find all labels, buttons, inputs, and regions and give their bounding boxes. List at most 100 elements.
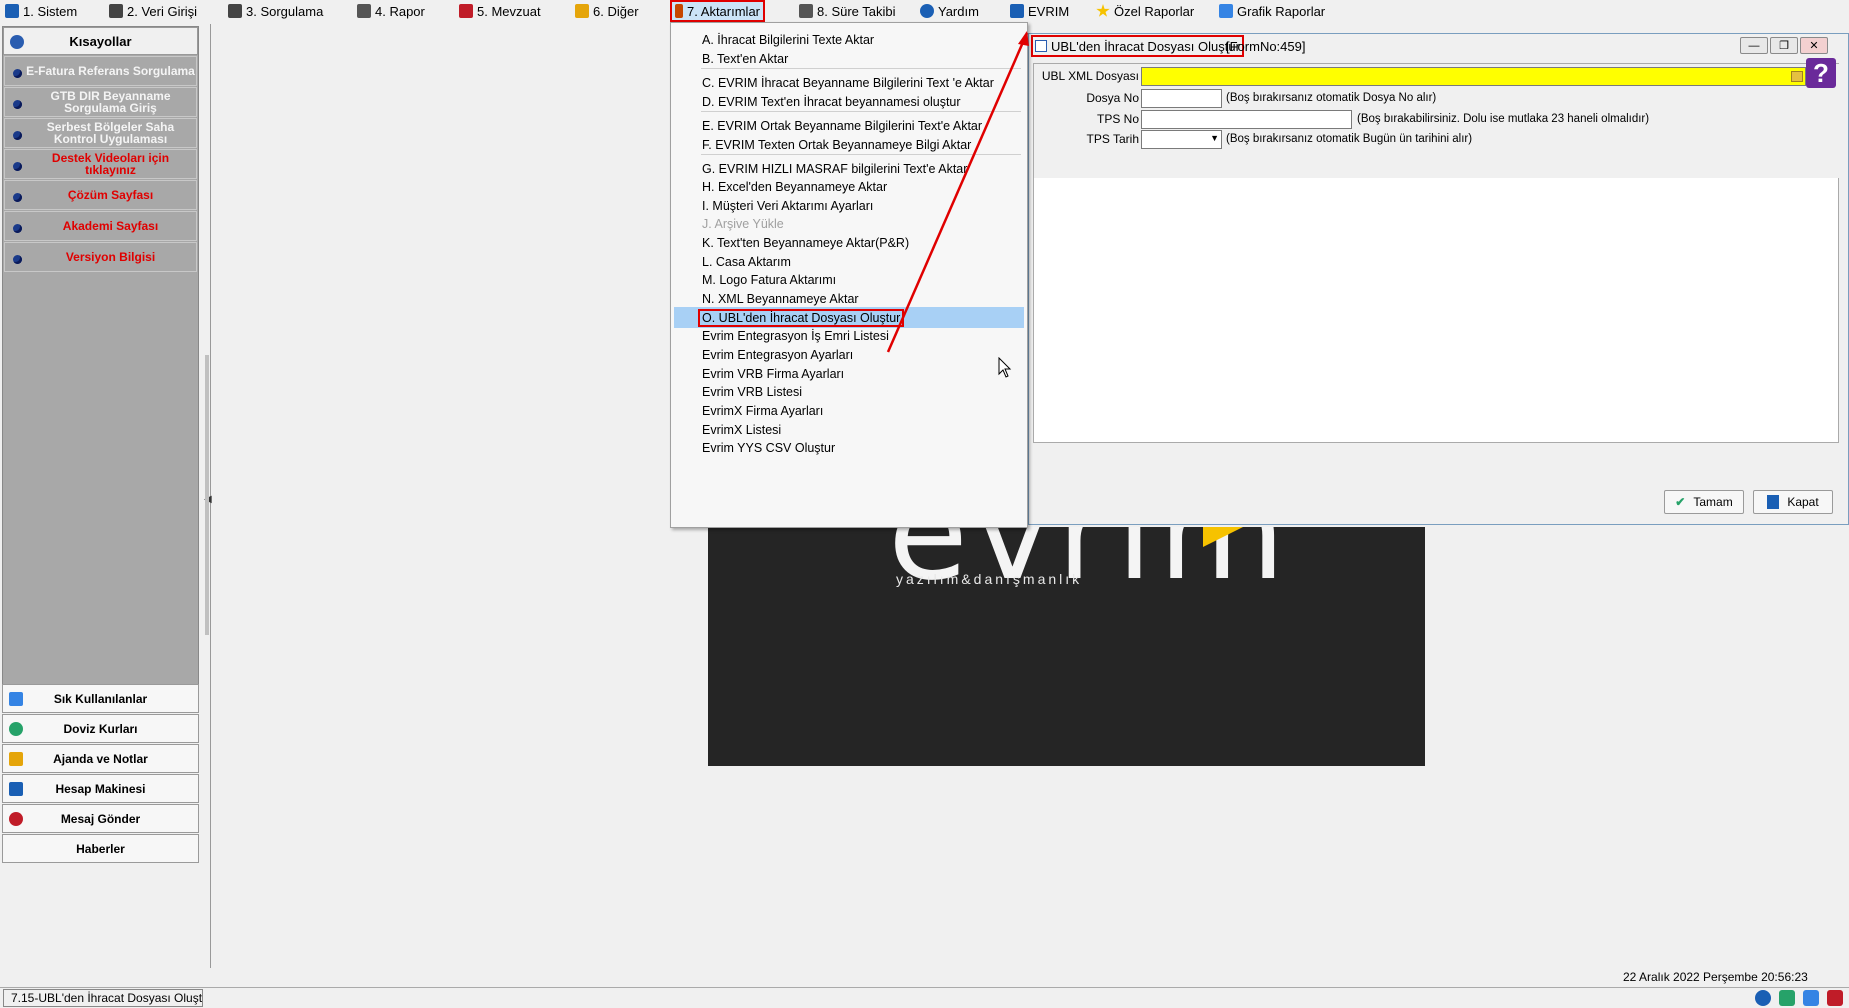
sidebar-haberler[interactable]: Haberler — [2, 834, 199, 863]
minimize-icon: — — [1748, 39, 1760, 52]
sidebar-doviz-kurlari[interactable]: Doviz Kurları — [2, 714, 199, 743]
menu-rapor[interactable]: 4. Rapor — [354, 0, 428, 22]
menu-diger[interactable]: 6. Diğer — [572, 0, 642, 22]
tools-tray-icon[interactable] — [1827, 990, 1843, 1006]
exit-door-icon — [1767, 495, 1780, 509]
aktarimlar-menu-item[interactable]: E. EVRIM Ortak Beyanname Bilgilerini Tex… — [674, 115, 1024, 136]
dosya-no-input[interactable] — [1141, 89, 1222, 108]
tps-tarih-datepicker[interactable]: ▼ — [1141, 130, 1222, 149]
aktarimlar-menu-item[interactable]: H. Excel'den Beyannameye Aktar — [674, 176, 1024, 197]
menu-mevzuat[interactable]: 5. Mevzuat — [456, 0, 544, 22]
books-icon — [459, 4, 473, 18]
aktarimlar-menu-item[interactable]: M. Logo Fatura Aktarımı — [674, 269, 1024, 290]
aktarimlar-menu-item[interactable]: EvrimX Firma Ayarları — [674, 400, 1024, 421]
tps-no-hint: (Boş bırakabilirsiniz. Dolu ise mutlaka … — [1357, 113, 1650, 125]
shortcut-efatura[interactable]: E-Fatura Referans Sorgulama — [4, 56, 197, 86]
dialog-form: UBL XML Dosyası Dosya No (Boş bırakırsan… — [1034, 64, 1840, 178]
query-icon — [228, 4, 242, 18]
sidebar-mesaj-gonder[interactable]: Mesaj Gönder — [2, 804, 199, 833]
menu-veri-girisi[interactable]: 2. Veri Girişi — [106, 0, 200, 22]
menu-yardim[interactable]: Yardım — [917, 0, 982, 22]
aktarimlar-menu-item[interactable]: Evrim YYS CSV Oluştur — [674, 437, 1024, 458]
ubl-export-dialog: UBL'den İhracat Dosyası Oluştur [FormNo:… — [1028, 33, 1849, 525]
tps-no-input[interactable] — [1141, 110, 1352, 129]
shortcut-destek-videolari[interactable]: Destek Videoları için tıklayınız — [4, 149, 197, 179]
aktarimlar-menu-item[interactable]: K. Text'ten Beyannameye Aktar(P&R) — [674, 232, 1024, 253]
aktarimlar-menu-item[interactable]: A. İhracat Bilgilerini Texte Aktar — [674, 29, 1024, 50]
printer-icon — [357, 4, 371, 18]
status-task-button[interactable]: 7.15-UBL'den İhracat Dosyası Oluştu — [3, 989, 203, 1007]
users-tray-icon[interactable] — [1779, 990, 1795, 1006]
shortcut-versiyon-bilgisi[interactable]: Versiyon Bilgisi — [4, 242, 197, 272]
bullet-icon — [13, 255, 22, 264]
menu-bar: 1. Sistem 2. Veri Girişi 3. Sorgulama 4.… — [0, 0, 1849, 22]
sidebar-ajanda[interactable]: Ajanda ve Notlar — [2, 744, 199, 773]
help-icon — [920, 4, 934, 18]
tools-icon — [575, 4, 589, 18]
menu-sorgulama[interactable]: 3. Sorgulama — [225, 0, 326, 22]
shortcuts-header[interactable]: Kısayollar — [3, 27, 198, 55]
dialog-form-no: [FormNo:459] — [1226, 39, 1306, 54]
tps-tarih-hint: (Boş bırakırsanız otomatik Bugün ün tari… — [1226, 133, 1473, 145]
bullet-icon — [13, 162, 22, 171]
shortcut-akademi-sayfasi[interactable]: Akademi Sayfası — [4, 211, 197, 241]
ok-button[interactable]: ✔ Tamam — [1664, 490, 1744, 514]
evrim-logo: evrim yazılım&danışmanlık — [708, 527, 1425, 766]
dropdown-arrow-icon[interactable]: ▼ — [1210, 133, 1219, 143]
calculator-icon — [9, 782, 23, 796]
dialog-titlebar[interactable]: UBL'den İhracat Dosyası Oluştur [FormNo:… — [1029, 34, 1848, 58]
shortcuts-panel: Kısayollar E-Fatura Referans Sorgulama G… — [2, 26, 199, 686]
currency-icon — [9, 722, 23, 736]
menu-sure-takibi[interactable]: 8. Süre Takibi — [796, 0, 899, 22]
aktarimlar-menu-item[interactable]: Evrim Entegrasyon İş Emri Listesi — [674, 325, 1024, 346]
sidebar-hesap-makinesi[interactable]: Hesap Makinesi — [2, 774, 199, 803]
sidebar-scrollbar[interactable] — [205, 355, 209, 635]
shortcut-serbest-bolgeler[interactable]: Serbest Bölgeler Saha Kontrol Uygulaması — [4, 118, 197, 148]
mouse-cursor-icon — [998, 357, 1012, 378]
dialog-title-highlight: UBL'den İhracat Dosyası Oluştur — [1031, 35, 1244, 57]
menu-sistem[interactable]: 1. Sistem — [2, 0, 80, 22]
dosya-no-hint: (Boş bırakırsanız otomatik Dosya No alır… — [1226, 92, 1437, 104]
evrim-icon — [1010, 4, 1024, 18]
chart-icon — [1219, 4, 1233, 18]
aktarimlar-menu-item[interactable]: Evrim VRB Listesi — [674, 381, 1024, 402]
bullet-icon — [13, 224, 22, 233]
close-window-button[interactable]: ✕ — [1800, 37, 1828, 54]
bullet-icon — [13, 100, 22, 109]
shortcut-gtb-dir[interactable]: GTB DIR Beyanname Sorgulama Giriş — [4, 87, 197, 117]
aktarimlar-menu-item[interactable]: B. Text'en Aktar — [674, 48, 1024, 69]
dialog-title: UBL'den İhracat Dosyası Oluştur — [1051, 38, 1240, 54]
sidebar: Kısayollar E-Fatura Referans Sorgulama G… — [0, 24, 203, 968]
folder-icon[interactable] — [1791, 71, 1803, 82]
aktarimlar-menu-item[interactable]: N. XML Beyannameye Aktar — [674, 288, 1024, 309]
help-question-icon[interactable]: ? — [1806, 58, 1836, 88]
ubl-file-input[interactable] — [1141, 67, 1806, 86]
info-icon — [10, 35, 24, 49]
menu-evrim[interactable]: EVRIM — [1007, 0, 1072, 22]
bullet-icon — [13, 69, 22, 78]
tps-no-label: TPS No — [1096, 112, 1139, 126]
form-icon — [1035, 40, 1047, 52]
datetime-display: 22 Aralık 2022 Perşembe 20:56:23 — [1623, 970, 1808, 984]
aktarimlar-menu-item[interactable]: C. EVRIM İhracat Beyanname Bilgilerini T… — [674, 72, 1024, 93]
aktarimlar-menu-item[interactable]: D. EVRIM Text'en İhracat beyannamesi olu… — [674, 91, 1024, 112]
minimize-button[interactable]: — — [1740, 37, 1768, 54]
logo-triangle — [1203, 527, 1243, 547]
printer-tray-icon[interactable] — [1803, 990, 1819, 1006]
aktarimlar-menu-item[interactable]: F. EVRIM Texten Ortak Beyannameye Bilgi … — [674, 134, 1024, 155]
menu-grafik-raporlar[interactable]: Grafik Raporlar — [1216, 0, 1328, 22]
menu-aktarimlar[interactable]: 7. Aktarımlar — [670, 0, 765, 22]
logo-tagline: yazılım&danışmanlık — [896, 571, 1083, 587]
checkmark-icon: ✔ — [1675, 495, 1686, 509]
notes-icon — [9, 752, 23, 766]
close-button[interactable]: Kapat — [1753, 490, 1833, 514]
sidebar-sik-kullanilanlar[interactable]: Sık Kullanılanlar — [2, 684, 199, 713]
clipboard-icon — [799, 4, 813, 18]
help-tray-icon[interactable] — [1755, 990, 1771, 1006]
maximize-icon: ❐ — [1779, 40, 1789, 52]
shortcut-cozum-sayfasi[interactable]: Çözüm Sayfası — [4, 180, 197, 210]
menu-ozel-raporlar[interactable]: Özel Raporlar — [1093, 0, 1197, 22]
maximize-button[interactable]: ❐ — [1770, 37, 1798, 54]
close-icon: ✕ — [1809, 40, 1819, 52]
aktarimlar-menu-item[interactable]: Evrim Entegrasyon Ayarları — [674, 344, 1024, 365]
